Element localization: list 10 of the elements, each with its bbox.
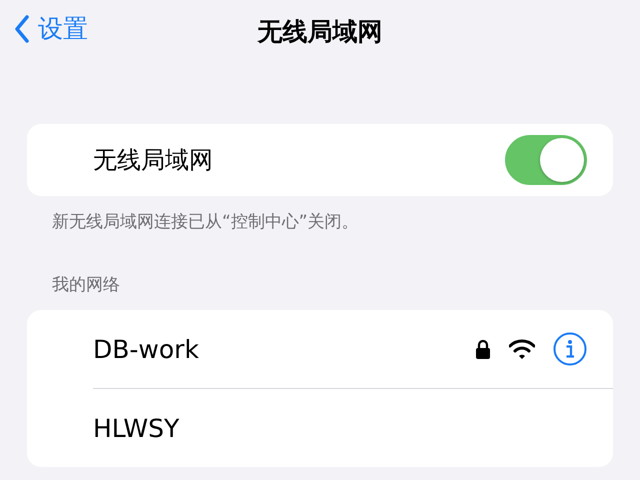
network-name[interactable]: DB-work <box>93 334 475 364</box>
wifi-toggle[interactable] <box>505 135 587 185</box>
page-title: 无线局域网 <box>258 16 382 48</box>
footnote: 新无线局域网连接已从“控制中心”关闭。 <box>52 211 360 233</box>
info-button[interactable] <box>553 332 587 366</box>
back-chevron-icon <box>14 14 30 42</box>
back-button[interactable]: 设置 <box>14 12 88 45</box>
wifi-label: 无线局域网 <box>93 145 214 176</box>
section-header: 我的网络 <box>52 274 121 296</box>
network-name[interactable]: HLWSY <box>93 414 587 442</box>
